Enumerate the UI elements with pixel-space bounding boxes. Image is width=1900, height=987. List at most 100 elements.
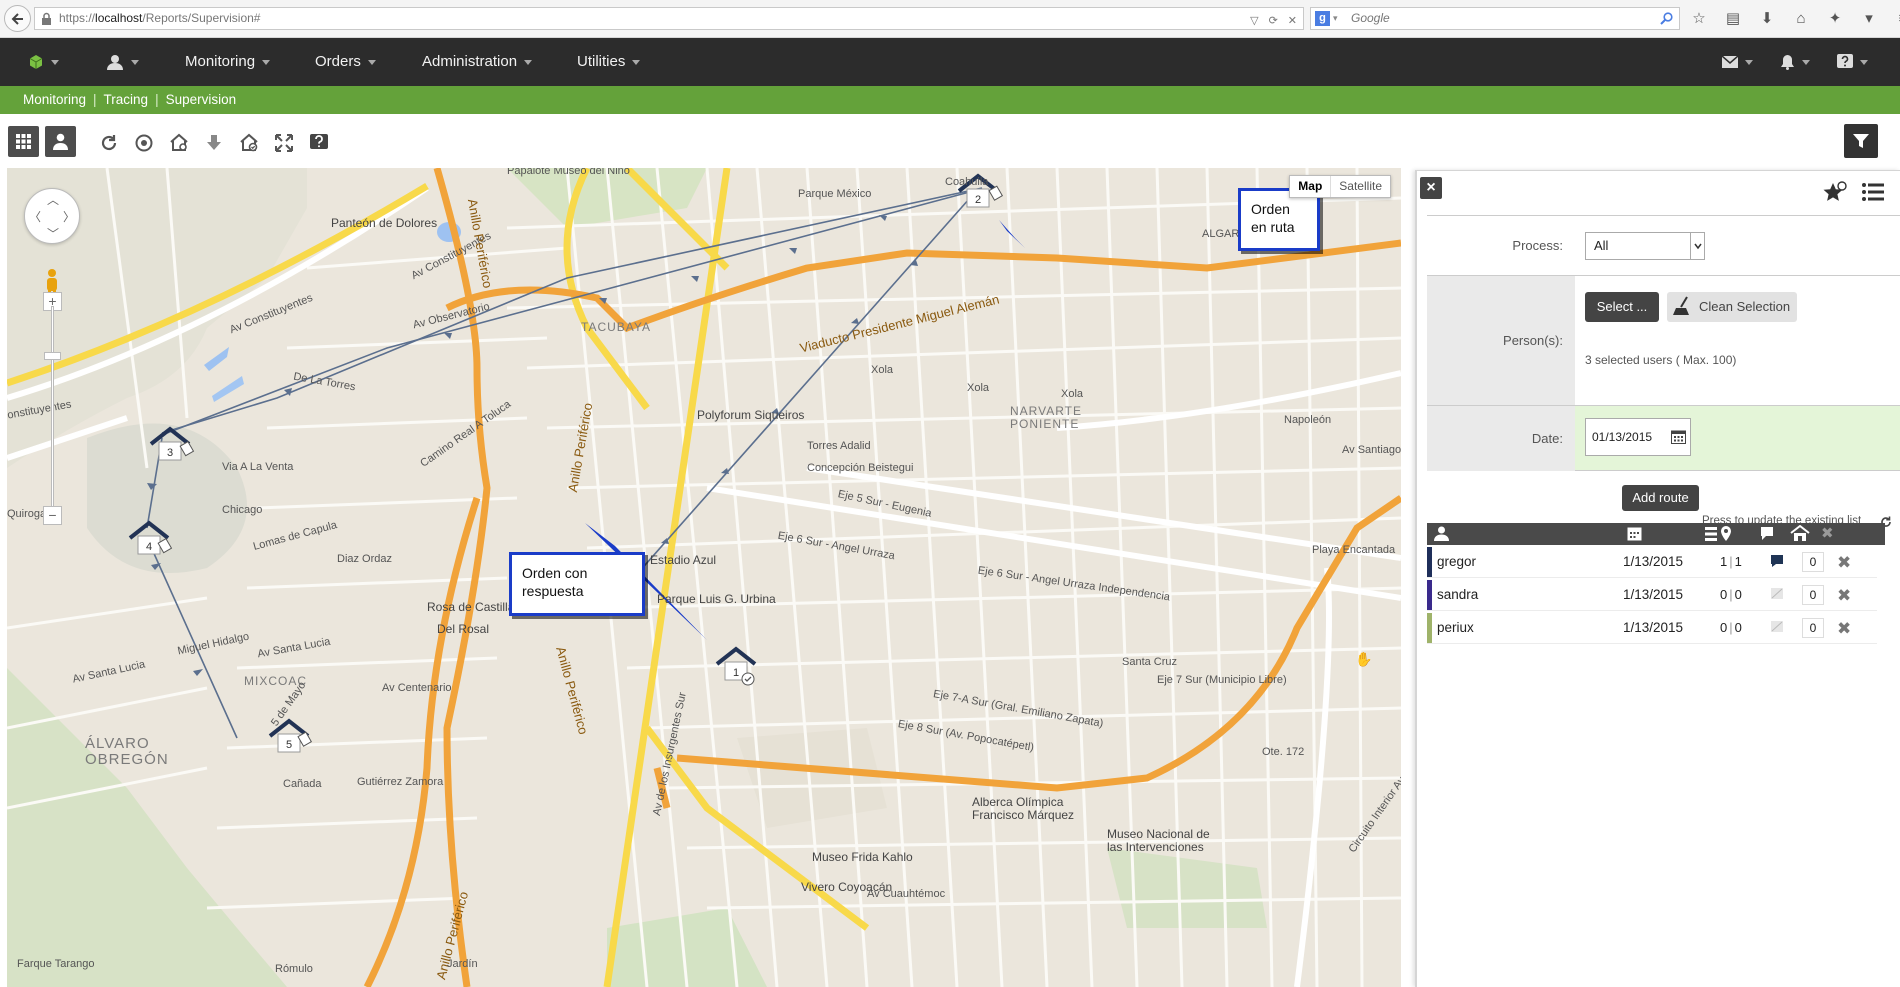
reload-icon[interactable]: ⟳ <box>1269 11 1278 32</box>
nav-utilities[interactable]: Utilities <box>577 38 641 86</box>
message-disabled-icon[interactable] <box>1770 587 1784 601</box>
address-bar[interactable]: https://localhost/Reports/Supervision# ▽… <box>34 7 1304 30</box>
notifications-menu[interactable] <box>1780 38 1810 86</box>
dropdown-icon[interactable]: ▽ <box>1250 11 1258 32</box>
delete-icon[interactable]: ✖ <box>1837 553 1851 573</box>
pan-up-icon[interactable]: ︿ <box>47 191 59 208</box>
svg-text:4: 4 <box>146 541 152 553</box>
table-row[interactable]: gregor 1/13/2015 1 | 1 0 ✖ <box>1427 546 1877 578</box>
map-label: Santa Cruz <box>1122 656 1178 668</box>
calendar-column-icon <box>1627 527 1642 541</box>
nav-orders-label: Orders <box>315 53 361 70</box>
delete-icon[interactable]: ✖ <box>1837 586 1851 606</box>
person-icon <box>53 133 68 150</box>
map-label: Alberca Olímpica Francisco Márquez <box>972 795 1075 822</box>
zoom-slider-handle[interactable] <box>44 352 61 360</box>
map-label: Farque Tarango <box>17 958 95 970</box>
map-type-map[interactable]: Map <box>1290 176 1330 197</box>
map-label: Cañada <box>283 778 322 790</box>
table-row[interactable]: sandra 1/13/2015 0 | 0 0 ✖ <box>1427 579 1877 611</box>
map-label: Concepción Beistegui <box>807 462 914 474</box>
bookmark-star-icon[interactable]: ☆ <box>1690 9 1708 27</box>
route-date: 1/13/2015 <box>1623 587 1684 602</box>
nav-administration[interactable]: Administration <box>422 38 533 86</box>
table-row[interactable]: periux 1/13/2015 0 | 0 0 ✖ <box>1427 612 1877 644</box>
breadcrumb-tracing[interactable]: Tracing <box>104 92 149 107</box>
extension-icon[interactable]: ✦ <box>1826 9 1844 27</box>
favorite-star-icon[interactable] <box>1822 181 1848 205</box>
breadcrumb-separator: | <box>93 92 97 107</box>
nav-orders[interactable]: Orders <box>315 38 376 86</box>
message-icon[interactable] <box>1770 554 1784 568</box>
home-icon[interactable]: ⌂ <box>1792 9 1810 27</box>
delete-icon[interactable]: ✖ <box>1837 619 1851 639</box>
user-color-swatch <box>1427 547 1432 577</box>
date-row: Date: 01/13/2015 <box>1427 405 1900 471</box>
map-label: Diaz Ordaz <box>337 553 393 565</box>
menu-dropdown-icon[interactable]: ▾ <box>1860 9 1878 27</box>
app-logo-menu[interactable] <box>28 38 59 86</box>
grid-view-button[interactable] <box>8 126 39 157</box>
broom-icon <box>1673 296 1689 315</box>
search-engine-dropdown-icon[interactable]: ▾ <box>1333 8 1338 29</box>
zoom-out-button[interactable]: − <box>43 506 62 525</box>
map-view[interactable]: 2 3 4 5 1 Papalote Museo del Niño Parque… <box>7 168 1401 987</box>
map-label: Chicago <box>222 504 263 516</box>
back-button[interactable] <box>4 5 31 32</box>
date-field[interactable]: 01/13/2015 <box>1585 418 1691 456</box>
hamburger-menu-icon[interactable]: ≡ <box>1894 9 1900 27</box>
filter-icon <box>1853 134 1869 148</box>
reading-list-icon[interactable]: ▤ <box>1724 9 1742 27</box>
breadcrumb-supervision[interactable]: Supervision <box>166 92 237 107</box>
nav-monitoring[interactable]: Monitoring <box>185 38 271 86</box>
route-date: 1/13/2015 <box>1623 554 1684 569</box>
date-label: Date: <box>1427 406 1575 471</box>
filter-button[interactable] <box>1844 124 1878 158</box>
nav-administration-label: Administration <box>422 53 518 70</box>
pan-down-icon[interactable]: ﹀ <box>47 225 59 242</box>
map-label: ALGAR <box>1202 228 1240 240</box>
pan-control[interactable]: ︿ ﹀ 〈 〉 <box>24 188 80 244</box>
target-icon[interactable] <box>133 132 155 154</box>
search-bar[interactable]: g ▾ Google <box>1310 7 1680 30</box>
user-name: periux <box>1437 620 1474 635</box>
search-icon[interactable] <box>1660 12 1673 25</box>
map-label: TACUBAYA <box>581 320 652 334</box>
map-label: Rosa de Castilla <box>427 600 515 614</box>
refresh-icon[interactable] <box>98 132 120 154</box>
home-check-icon[interactable] <box>238 132 260 154</box>
expand-icon[interactable] <box>273 132 295 154</box>
map-label: Torres Adalid <box>807 440 871 452</box>
select-persons-button[interactable]: Select ... <box>1585 292 1659 322</box>
map-type-control: Map Satellite <box>1289 175 1391 198</box>
process-select[interactable]: All <box>1585 232 1705 260</box>
order-count: 1 | 1 <box>1720 554 1742 569</box>
messages-menu[interactable] <box>1721 38 1753 86</box>
download-icon[interactable] <box>203 132 225 154</box>
map-label: Estadio Azul <box>650 553 717 567</box>
pan-left-icon[interactable]: 〈 <box>29 208 41 225</box>
calendar-icon[interactable] <box>1671 429 1686 444</box>
mail-icon <box>1721 55 1739 69</box>
person-view-button[interactable] <box>45 126 76 157</box>
breadcrumb-monitoring[interactable]: Monitoring <box>23 92 86 107</box>
close-panel-button[interactable]: × <box>1420 177 1442 199</box>
map-type-satellite[interactable]: Satellite <box>1330 176 1390 197</box>
order-count: 0 | 0 <box>1720 587 1742 602</box>
location-pin-icon <box>1721 526 1731 541</box>
map-label: Papalote Museo del Niño <box>507 168 630 177</box>
home-search-icon[interactable] <box>168 132 190 154</box>
help-icon[interactable] <box>308 132 330 154</box>
list-menu-icon[interactable] <box>1862 182 1884 202</box>
user-menu[interactable] <box>106 38 139 86</box>
message-disabled-icon[interactable] <box>1770 620 1784 634</box>
clean-selection-button[interactable]: Clean Selection <box>1667 292 1797 322</box>
downloads-icon[interactable]: ⬇ <box>1758 9 1776 27</box>
date-field-value: 01/13/2015 <box>1592 430 1653 444</box>
zoom-slider[interactable] <box>51 306 54 520</box>
stop-icon[interactable]: ✕ <box>1288 11 1297 32</box>
add-route-button[interactable]: Add route <box>1622 485 1699 511</box>
message-column-icon <box>1761 527 1773 540</box>
help-menu[interactable] <box>1837 38 1868 86</box>
pan-right-icon[interactable]: 〉 <box>63 208 75 225</box>
